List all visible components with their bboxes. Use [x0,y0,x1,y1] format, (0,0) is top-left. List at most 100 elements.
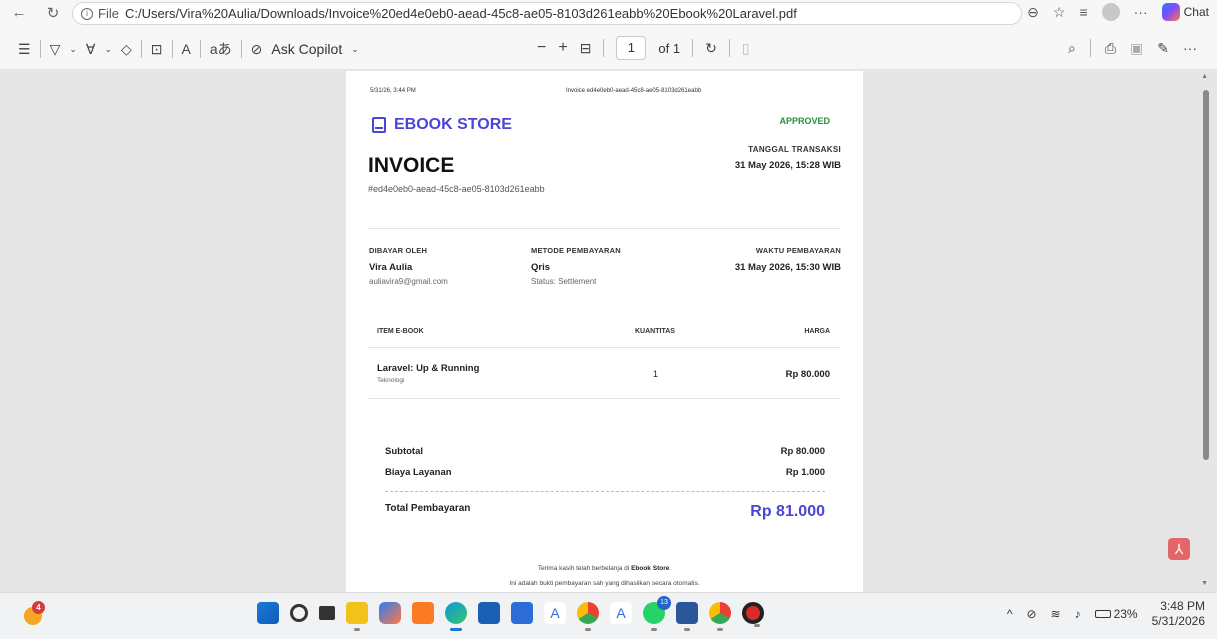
toolbar-divider [1089,39,1091,57]
text-box-icon[interactable]: ⊡ [151,41,163,58]
draw-icon[interactable]: ∀ [86,41,96,58]
chevron-down-icon[interactable]: ⌄ [69,44,77,55]
transaction-date-label: TANGGAL TRANSAKSI [748,145,841,154]
chrome-profile-icon[interactable] [709,602,731,631]
chevron-down-icon[interactable]: ⌄ [351,44,359,55]
fit-width-icon[interactable]: ⊟ [580,40,592,57]
rotate-icon[interactable]: ↻ [705,40,717,57]
contents-icon[interactable]: ☰ [18,41,31,58]
record-icon[interactable] [742,602,764,627]
copilot-app-icon[interactable] [379,602,401,624]
payment-status: Status: Settlement [531,277,597,286]
zoom-icon[interactable]: ⊖ [1027,4,1039,21]
pdf-viewer[interactable]: 5/31/26, 3:44 PM Invoice ed4e0eb0-aead-4… [0,71,1217,592]
favorite-icon[interactable]: ☆ [1053,4,1066,21]
eraser-icon[interactable]: ◇ [121,41,132,58]
acrobat-icon[interactable]: ⅄ [1168,538,1190,560]
ask-copilot-button[interactable]: Ask Copilot [271,41,342,57]
xampp-icon[interactable] [412,602,434,624]
save-icon[interactable]: ▣ [1130,40,1143,57]
battery-shape [1094,610,1111,618]
payment-time-label: WAKTU PEMBAYARAN [755,246,841,255]
toolbar-divider [692,39,694,57]
translate-icon[interactable]: aあ [210,39,232,59]
url-field[interactable]: i File C:/Users/Vira%20Aulia/Downloads/I… [72,2,1022,25]
scroll-down-icon[interactable]: ▼ [1201,580,1208,587]
clock[interactable]: 3:48 PM 5/31/2026 [1152,599,1205,629]
paid-by-name: Vira Aulia [369,262,413,273]
copilot-chat-button[interactable]: Chat [1161,3,1209,21]
page-number-input[interactable]: 1 [616,36,647,60]
footer-note: Ini adalah bukti pembayaran sah yang dih… [509,580,700,587]
chrome-icon[interactable] [577,602,599,631]
url-text: C:/Users/Vira%20Aulia/Downloads/Invoice%… [124,6,797,21]
brand: EBOOK STORE [372,116,512,134]
ai-app-icon-2[interactable]: A [610,602,632,624]
weather-widget[interactable]: 4 [24,601,48,625]
chevron-down-icon[interactable]: ⌄ [104,44,112,55]
address-bar: ← ↻ i File C:/Users/Vira%20Aulia/Downloa… [0,0,1217,27]
save-as-icon[interactable]: ✎ [1157,40,1169,57]
copilot-pdf-icon[interactable]: ⊘ [251,41,263,58]
zoom-in-icon[interactable]: + [558,39,567,57]
start-icon[interactable] [257,602,279,624]
favorites-list-icon[interactable]: ≡ [1079,4,1087,20]
item-category: Teknologi [377,377,405,384]
search-icon[interactable] [290,604,308,622]
store-icon[interactable] [478,602,500,624]
page-total: of 1 [658,40,681,56]
volume-icon[interactable]: ♪ [1075,607,1081,621]
service-fee-value: Rp 1.000 [785,467,825,478]
scroll-up-icon[interactable]: ▲ [1201,73,1208,80]
location-icon[interactable]: ⊘ [1026,607,1036,621]
thanks-suffix: . [669,565,672,572]
invoice-id: #ed4e0eb0-aead-45c8-ae05-8103d261eabb [368,184,545,194]
dashed-divider [385,491,825,492]
zoom-out-icon[interactable]: − [537,39,546,57]
word-icon[interactable] [676,602,698,631]
toolbar-divider [240,40,242,58]
chevron-up-icon[interactable]: ^ [1007,607,1013,621]
ai-app-icon[interactable]: A [544,602,566,624]
refresh-icon[interactable]: ↻ [42,4,64,22]
thanks-prefix: Terima kasih telah berbelanja di [537,565,630,572]
pdf-toolbar: ☰ ▽ ⌄ ∀ ⌄ ◇ ⊡ A aあ ⊘ Ask Copilot ⌄ − + ⊟… [0,27,1217,70]
print-icon[interactable]: ⎙ [1105,40,1116,57]
back-icon[interactable]: ← [8,4,30,21]
running-indicator [754,624,760,627]
profile-avatar[interactable] [1101,3,1120,21]
system-tray: ^ ⊘ ≋ ♪ 23% 3:48 PM 5/31/2026 [1007,599,1205,629]
pdf-page: 5/31/26, 3:44 PM Invoice ed4e0eb0-aead-4… [346,71,863,592]
status-badge: APPROVED [779,116,830,126]
print-datetime: 5/31/26, 3:44 PM [370,88,416,94]
paid-by-label: DIBAYAR OLEH [369,246,428,255]
azure-icon[interactable] [511,602,533,624]
search-icon[interactable]: ⌕ [1068,40,1076,57]
divider [368,398,840,399]
transaction-date-value: 31 May 2026, 15:28 WIB [734,160,841,171]
total-value: Rp 81.000 [750,503,825,520]
battery-percent: 23% [1113,607,1138,621]
read-aloud-icon[interactable]: A [182,41,191,57]
toolbar-divider [603,39,605,57]
more-options-icon[interactable]: ··· [1183,40,1197,56]
toolbar-divider [140,40,142,58]
subtotal-label: Subtotal [385,446,423,457]
whatsapp-icon[interactable]: 13 [643,596,671,631]
info-icon[interactable]: i [81,7,93,20]
item-name: Laravel: Up & Running [377,363,480,374]
more-icon[interactable]: ··· [1134,4,1148,20]
page-view-icon[interactable]: ▯ [742,40,750,57]
battery-icon[interactable]: 23% [1094,607,1138,621]
toolbar-divider [39,40,41,58]
wifi-icon[interactable]: ≋ [1051,607,1061,621]
payment-method-value: Qris [531,262,551,273]
file-explorer-icon[interactable] [346,602,368,631]
edge-icon[interactable] [445,602,467,631]
divider [368,228,840,229]
vertical-scrollbar[interactable] [1203,90,1209,460]
brand-name: EBOOK STORE [394,116,512,133]
subtotal-value: Rp 80.000 [780,446,825,457]
highlight-icon[interactable]: ▽ [50,41,61,58]
task-view-icon[interactable] [319,606,335,620]
